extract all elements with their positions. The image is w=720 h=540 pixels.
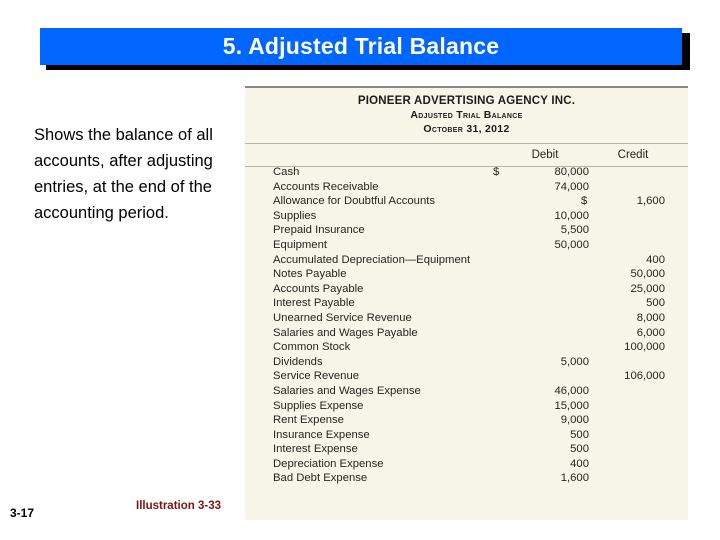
table-row: Supplies 10,000 xyxy=(245,210,688,225)
debit-amount: 10,000 xyxy=(554,209,589,222)
account-name: Supplies xyxy=(273,209,317,222)
debit-amount: 500 xyxy=(570,443,589,456)
debit-amount: 80,000 xyxy=(554,166,589,178)
account-name: Equipment xyxy=(273,238,328,251)
table-row: Interest Expense 500 xyxy=(245,443,688,458)
title-banner: 5. Adjusted Trial Balance xyxy=(40,28,682,65)
table-row: Salaries and Wages Expense 46,000 xyxy=(245,385,688,400)
credit-amount: 25,000 xyxy=(630,282,665,295)
account-name: Prepaid Insurance xyxy=(273,224,365,237)
column-headings: Debit Credit xyxy=(245,149,688,165)
account-name: Accounts Receivable xyxy=(273,180,379,193)
account-name: Insurance Expense xyxy=(273,428,370,441)
account-name: Interest Payable xyxy=(273,297,355,310)
credit-amount: 1,600 xyxy=(636,195,665,208)
credit-amount: 500 xyxy=(646,297,665,310)
statement-title: Adjusted Trial Balance xyxy=(410,109,523,121)
debit-amount: 74,000 xyxy=(554,180,589,193)
table-row: Depreciation Expense 400 xyxy=(245,458,688,473)
credit-amount: 100,000 xyxy=(624,341,665,354)
account-name: Dividends xyxy=(273,355,323,368)
table-row: Accumulated Depreciation—Equipment 400 xyxy=(245,254,688,269)
credit-amount: 8,000 xyxy=(636,311,665,324)
table-row: Supplies Expense 15,000 xyxy=(245,400,688,415)
table-row: Dividends 5,000 xyxy=(245,356,688,371)
table-row: Accounts Payable 25,000 xyxy=(245,283,688,298)
debit-amount: 400 xyxy=(570,457,589,470)
table-row: Insurance Expense 500 xyxy=(245,429,688,444)
debit-amount: 5,500 xyxy=(560,224,589,237)
account-name: Common Stock xyxy=(273,341,351,354)
credit-amount: 106,000 xyxy=(624,370,665,383)
table-row: Service Revenue 106,000 xyxy=(245,370,688,385)
table-row: Notes Payable 50,000 xyxy=(245,268,688,283)
account-name: Allowance for Doubtful Accounts xyxy=(273,195,436,208)
trial-balance-panel: PIONEER ADVERTISING AGENCY INC. Adjusted… xyxy=(245,86,688,520)
table-row: Allowance for Doubtful Accounts $1,600 xyxy=(245,195,688,210)
account-name: Service Revenue xyxy=(273,370,360,383)
account-name: Interest Expense xyxy=(273,443,358,456)
description-text: Shows the balance of all accounts, after… xyxy=(34,126,213,222)
debit-amount: 15,000 xyxy=(554,399,589,412)
credit-amount: 400 xyxy=(646,253,665,266)
debit-amount: 50,000 xyxy=(554,238,589,251)
credit-amount: 6,000 xyxy=(636,326,665,339)
column-header-credit: Credit xyxy=(617,149,649,161)
table-row: Cash $80,000 xyxy=(245,166,688,181)
debit-amount: 500 xyxy=(570,428,589,441)
table-row: Prepaid Insurance 5,500 xyxy=(245,224,688,239)
account-name: Unearned Service Revenue xyxy=(273,311,412,324)
debit-amount: 1,600 xyxy=(560,472,589,485)
trial-balance-header: PIONEER ADVERTISING AGENCY INC. Adjusted… xyxy=(245,95,688,135)
account-name: Accumulated Depreciation—Equipment xyxy=(273,253,471,266)
table-row: Rent Expense 9,000 xyxy=(245,414,688,429)
account-name: Cash xyxy=(273,166,300,178)
account-name: Accounts Payable xyxy=(273,282,364,295)
debit-amount: 46,000 xyxy=(554,384,589,397)
table-row: Unearned Service Revenue 8,000 xyxy=(245,312,688,327)
account-name: Salaries and Wages Payable xyxy=(273,326,418,339)
debit-amount: 5,000 xyxy=(560,355,589,368)
page-title: 5. Adjusted Trial Balance xyxy=(222,33,500,59)
column-header-debit: Debit xyxy=(531,149,559,161)
table-row: Bad Debt Expense 1,600 xyxy=(245,472,688,487)
header-rule xyxy=(245,143,688,144)
statement-period: October 31, 2012 xyxy=(423,123,510,135)
account-name: Rent Expense xyxy=(273,414,344,427)
illustration-caption: Illustration 3-33 xyxy=(136,500,221,512)
account-name: Salaries and Wages Expense xyxy=(273,384,421,397)
panel-top-rule xyxy=(245,86,688,88)
slide-number: 3-17 xyxy=(10,506,35,520)
trial-balance-rows: Cash $80,000 Accounts Receivable 74,000 Allo… xyxy=(245,166,688,487)
table-row: Interest Payable 500 xyxy=(245,297,688,312)
debit-amount: 9,000 xyxy=(560,414,589,427)
account-name: Bad Debt Expense xyxy=(273,472,368,485)
table-row: Accounts Receivable 74,000 xyxy=(245,181,688,196)
account-name: Depreciation Expense xyxy=(273,457,384,470)
table-row: Equipment 50,000 xyxy=(245,239,688,254)
company-name: PIONEER ADVERTISING AGENCY INC. xyxy=(357,95,576,107)
table-row: Salaries and Wages Payable 6,000 xyxy=(245,327,688,342)
table-row: Common Stock 100,000 xyxy=(245,341,688,356)
account-name: Supplies Expense xyxy=(273,399,364,412)
credit-amount: 50,000 xyxy=(630,268,665,281)
account-name: Notes Payable xyxy=(273,268,347,281)
